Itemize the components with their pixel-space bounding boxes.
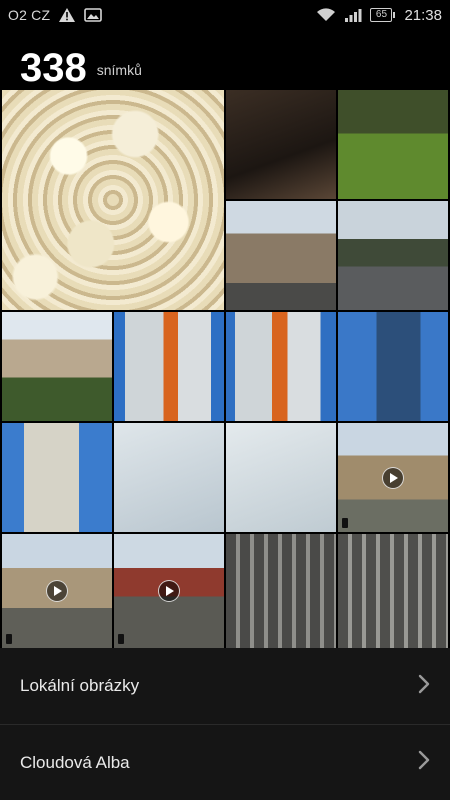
photo-glass-tower[interactable]: [338, 312, 448, 421]
photo-indoor-box[interactable]: [226, 90, 336, 199]
photo-ticket-2[interactable]: [226, 423, 336, 532]
menu-item-label: Cloudová Alba: [20, 752, 130, 772]
photo-tower-1[interactable]: [114, 312, 224, 421]
photo-count: 338: [20, 46, 87, 90]
chevron-right-icon: [418, 674, 430, 699]
carrier-label: O2 CZ: [8, 7, 51, 23]
image-icon: [84, 8, 103, 22]
video-badge-icon: [6, 634, 12, 644]
photo-popcorn[interactable]: [2, 90, 224, 310]
clock: 21:38: [404, 6, 442, 24]
gallery-header: 338 snímků: [0, 30, 450, 90]
video-badge-icon: [118, 634, 124, 644]
photo-house-street[interactable]: [226, 201, 336, 310]
menu-item-label: Lokální obrázky: [20, 676, 140, 695]
photo-grass-wall[interactable]: [338, 90, 448, 199]
photo-parking-lot[interactable]: [338, 201, 448, 310]
photo-colonnade-1[interactable]: [226, 534, 336, 648]
play-icon: [46, 580, 68, 602]
photo-ticket-1[interactable]: [114, 423, 224, 532]
photo-colonnade-2[interactable]: [338, 534, 448, 648]
photo-tower-2[interactable]: [226, 312, 336, 421]
video-square-2[interactable]: [114, 534, 224, 648]
warning-icon: [58, 7, 76, 23]
photo-count-label: snímků: [96, 62, 142, 78]
status-right: 65 21:38: [316, 7, 442, 24]
chevron-right-icon: [418, 750, 430, 775]
menu-item-cloud-albums[interactable]: Cloudová Alba: [0, 724, 450, 800]
status-bar: O2 CZ 65 21:38: [0, 0, 450, 30]
video-square-1[interactable]: [2, 534, 112, 648]
play-icon: [382, 466, 404, 489]
video-square-bus[interactable]: [338, 423, 448, 532]
video-badge-icon: [342, 518, 348, 528]
wifi-icon: [316, 8, 336, 22]
photo-office-building[interactable]: [2, 423, 112, 532]
photo-apartment-block[interactable]: [2, 312, 112, 421]
photo-grid: [2, 90, 448, 648]
battery-icon: 65: [370, 8, 396, 22]
menu-item-local-images[interactable]: Lokální obrázky: [0, 648, 450, 724]
signal-icon: [344, 8, 362, 22]
play-icon: [158, 580, 180, 602]
gallery-menu: Lokální obrázky Cloudová Alba: [0, 648, 450, 800]
status-left: O2 CZ: [8, 7, 103, 23]
